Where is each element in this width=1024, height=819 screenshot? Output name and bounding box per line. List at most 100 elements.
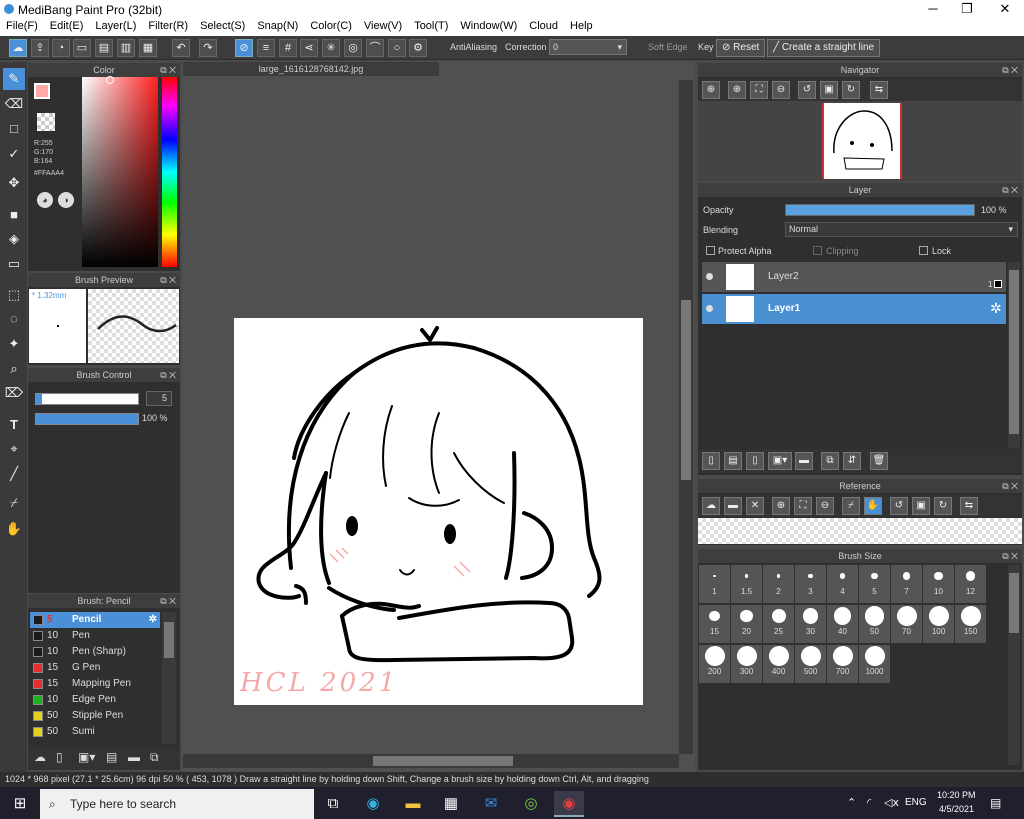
menu-item[interactable]: Color(C) <box>304 18 358 36</box>
operation-tool-icon[interactable]: ⌖ <box>3 438 25 460</box>
windows-start-icon[interactable]: ⊞ <box>5 791 35 817</box>
snap-circle-icon[interactable]: ○ <box>388 39 406 57</box>
layer2-visibility-icon[interactable] <box>706 273 713 280</box>
ref-open-icon[interactable]: ▬ <box>724 497 742 515</box>
undo-icon[interactable]: ↶ <box>172 39 190 57</box>
blending-select[interactable]: Normal ▾ <box>785 222 1018 237</box>
palette-icon[interactable]: ◕ <box>37 192 53 208</box>
medibang-cloud-icon[interactable]: ◎ <box>516 791 546 817</box>
snap-radial-icon[interactable]: ✳ <box>322 39 340 57</box>
dot-tool-icon[interactable]: ✓ <box>3 143 25 165</box>
drawing-canvas[interactable]: HCL 2021 <box>234 318 643 705</box>
menu-item[interactable]: Layer(L) <box>89 18 142 36</box>
select-rect-tool-icon[interactable]: ⬚ <box>3 284 25 306</box>
ref-cloud-icon[interactable]: ☁ <box>702 497 720 515</box>
menu-item[interactable]: Select(S) <box>194 18 251 36</box>
duplicate-layer-icon[interactable]: ⧉ <box>821 452 839 470</box>
brush-tool-icon[interactable]: ✎ <box>3 68 25 90</box>
brush-folder-icon[interactable]: ▬ <box>128 750 140 764</box>
brush-size-cell[interactable]: 200 <box>699 645 730 683</box>
edge-browser-icon[interactable]: ◉ <box>358 791 388 817</box>
create-straight-line-button[interactable]: ╱ Create a straight line <box>767 39 881 57</box>
snap-settings-icon[interactable]: ⚙ <box>409 39 427 57</box>
ref-eyedropper-icon[interactable]: ⌿ <box>842 497 860 515</box>
grid-layout-icon[interactable]: ▦ <box>139 39 157 57</box>
brush-size-cell[interactable]: 5 <box>859 565 890 603</box>
menu-item[interactable]: View(V) <box>358 18 408 36</box>
brush-copy-icon[interactable]: ▤ <box>106 750 117 764</box>
store-icon[interactable]: ▦ <box>436 791 466 817</box>
brush-size-cell[interactable]: 50 <box>859 605 890 643</box>
network-icon[interactable]: ◜ <box>867 796 871 809</box>
brush-size-cell[interactable]: 300 <box>731 645 762 683</box>
brush-size-cell[interactable]: 25 <box>763 605 794 643</box>
brush-list-item[interactable]: 10 Edge Pen <box>30 692 160 708</box>
ref-rotate-right-icon[interactable]: ↻ <box>934 497 952 515</box>
snap-curve-icon[interactable]: ⌒ <box>366 39 384 57</box>
ref-fit-icon[interactable]: ▣ <box>912 497 930 515</box>
brush-size-cell[interactable]: 1 <box>699 565 730 603</box>
file-explorer-icon[interactable]: ▬ <box>398 791 428 817</box>
reference-canvas[interactable] <box>698 518 1022 544</box>
nav-zoom-out-icon[interactable]: ⊖ <box>772 81 790 99</box>
divide-tool-icon[interactable]: ╱ <box>3 463 25 485</box>
brush-size-cell[interactable]: 40 <box>827 605 858 643</box>
nav-actual-size-icon[interactable]: ⛶ <box>750 81 768 99</box>
snap-concentric-icon[interactable]: ◎ <box>344 39 362 57</box>
eraser-tool-icon[interactable]: ⌫ <box>3 93 25 115</box>
brush-list-scrollbar[interactable] <box>162 612 176 744</box>
eyedropper-tool-icon[interactable]: ⌿ <box>3 492 25 514</box>
add-layer-menu-icon[interactable]: ▣▾ <box>768 452 792 470</box>
task-view-icon[interactable]: ⧉ <box>318 791 348 817</box>
layer-row-layer1[interactable]: Layer1 ✲ <box>702 294 1006 324</box>
brush-size-cell[interactable]: 10 <box>923 565 954 603</box>
merge-layer-icon[interactable]: ⇵ <box>843 452 861 470</box>
layer1-visibility-icon[interactable] <box>706 305 713 312</box>
primary-color-swatch[interactable] <box>34 83 50 99</box>
hand-tool-icon[interactable]: ✋ <box>3 518 25 540</box>
protect-alpha-checkbox[interactable] <box>706 246 715 255</box>
brush-list-item[interactable]: 15 Mapping Pen <box>30 676 160 692</box>
brush-list-item[interactable]: 15 G Pen <box>30 660 160 676</box>
brush-size-scrollbar[interactable] <box>1008 565 1020 765</box>
brush-size-cell[interactable]: 30 <box>795 605 826 643</box>
new-brush-icon[interactable]: ▯ <box>56 750 63 764</box>
nav-rotate-left-icon[interactable]: ↺ <box>798 81 816 99</box>
canvas-vertical-scrollbar[interactable] <box>679 80 693 754</box>
fill-rect-tool-icon[interactable]: ■ <box>3 204 25 226</box>
brush-size-cell[interactable]: 500 <box>795 645 826 683</box>
hue-slider[interactable] <box>162 77 177 267</box>
clock-date[interactable]: 4/5/2021 <box>939 804 974 814</box>
add-brush-icon[interactable]: ▣▾ <box>78 750 95 764</box>
brush-opacity-slider[interactable] <box>35 413 139 425</box>
magic-wand-tool-icon[interactable]: ✦ <box>3 333 25 355</box>
bucket-tool-icon[interactable]: ◈ <box>3 228 25 250</box>
menu-item[interactable]: Edit(E) <box>44 18 90 36</box>
clipping-checkbox[interactable] <box>813 246 822 255</box>
ref-close-icon[interactable]: ✕ <box>746 497 764 515</box>
notification-icon[interactable]: ▤ <box>990 796 1001 810</box>
menu-item[interactable]: Tool(T) <box>408 18 454 36</box>
lasso-tool-icon[interactable]: ◌ <box>3 308 25 330</box>
clock-time[interactable]: 10:20 PM <box>937 790 976 800</box>
layer-scrollbar[interactable] <box>1008 262 1020 448</box>
ref-rotate-left-icon[interactable]: ↺ <box>890 497 908 515</box>
brush-size-cell[interactable]: 1000 <box>859 645 890 683</box>
menu-item[interactable]: Window(W) <box>454 18 523 36</box>
redo-icon[interactable]: ↷ <box>199 39 217 57</box>
medibang-paint-icon[interactable]: ◉ <box>554 791 584 817</box>
snap-parallel-icon[interactable]: ≡ <box>257 39 275 57</box>
brush-size-cell[interactable]: 150 <box>955 605 986 643</box>
navigator-preview[interactable] <box>698 101 1022 181</box>
transparent-swatch[interactable] <box>37 113 55 131</box>
text-tool-icon[interactable]: T <box>3 414 25 436</box>
taskbar-search[interactable]: ⌕ Type here to search <box>40 789 314 819</box>
cloud-brush-icon[interactable]: ☁ <box>34 750 46 764</box>
lock-checkbox[interactable] <box>919 246 928 255</box>
ref-hand-icon[interactable]: ✋ <box>864 497 882 515</box>
reset-button[interactable]: ⊘ Reset <box>716 39 766 57</box>
snap-vanishing-icon[interactable]: ⋖ <box>300 39 318 57</box>
brush-size-cell[interactable]: 1.5 <box>731 565 762 603</box>
new-halftone-layer-icon[interactable]: ▤ <box>724 452 742 470</box>
brush-size-slider[interactable] <box>35 393 139 405</box>
